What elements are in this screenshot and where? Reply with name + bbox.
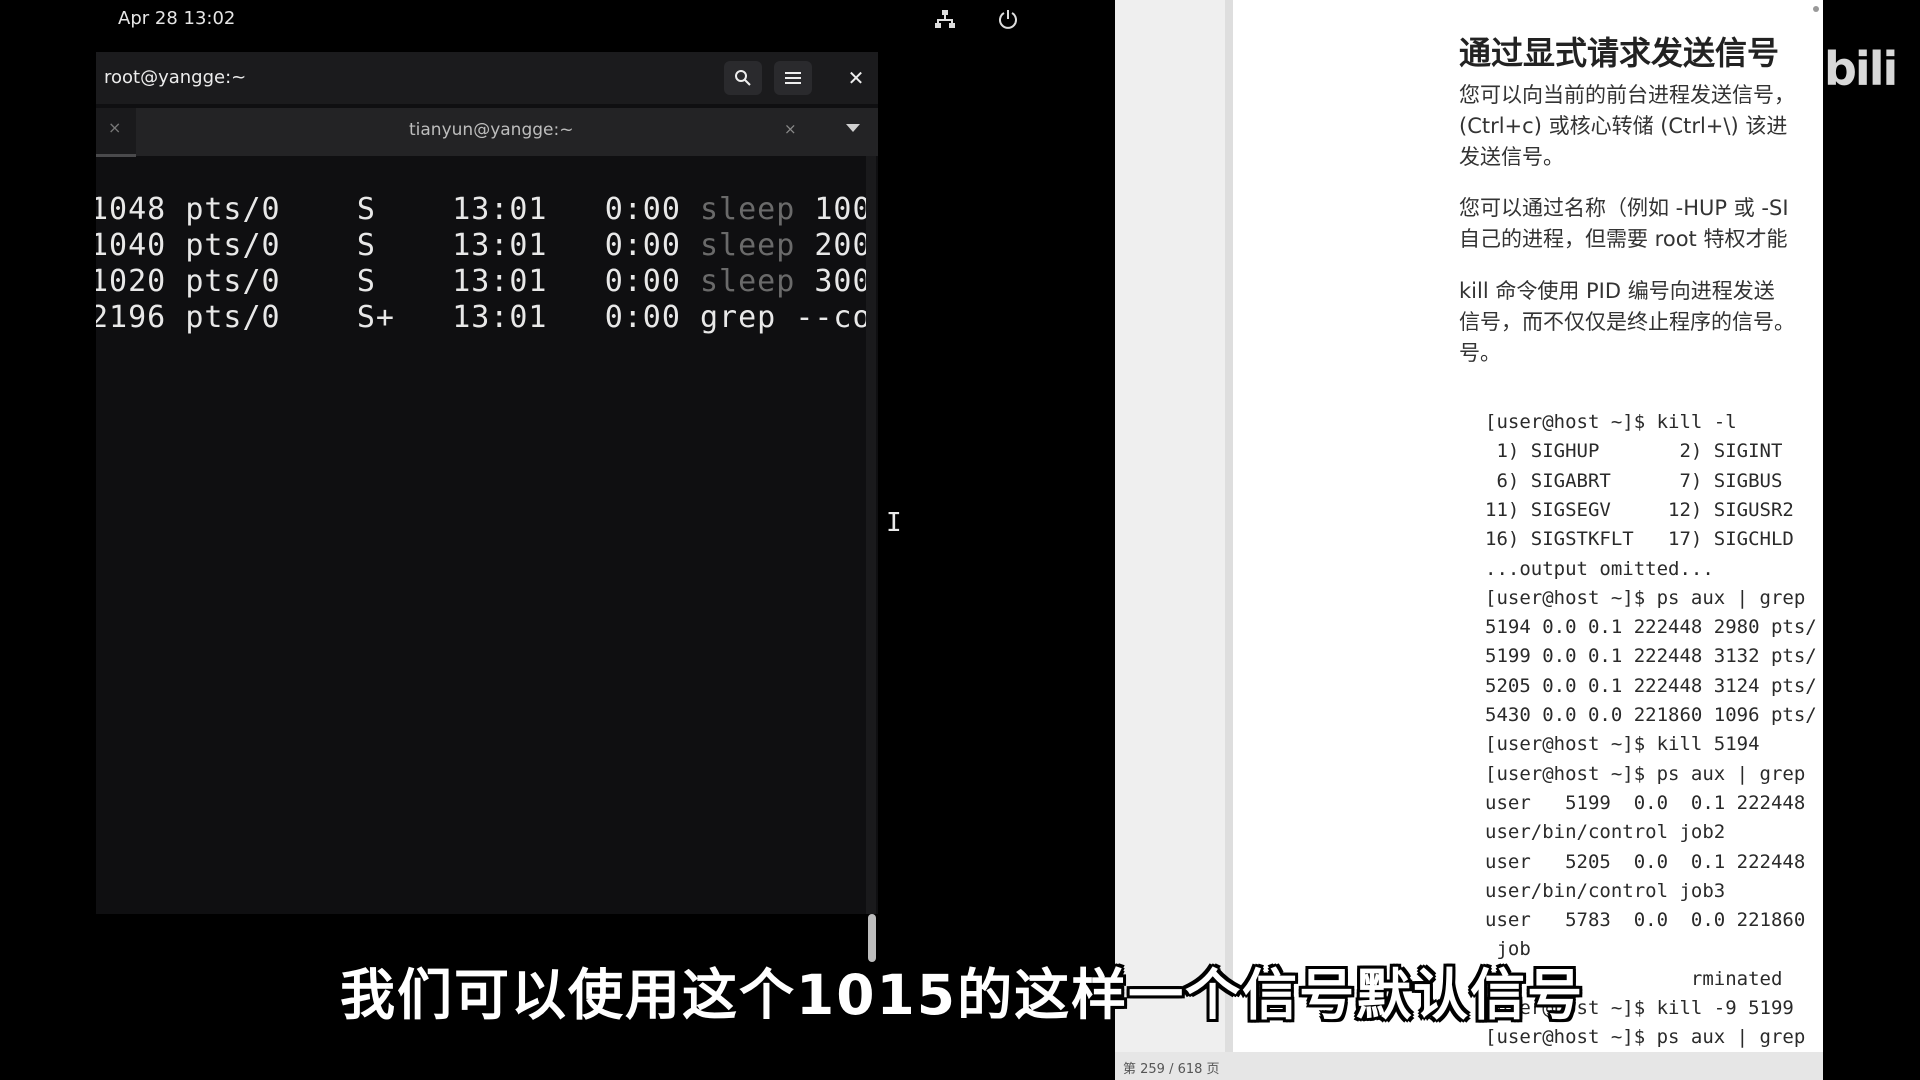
close-icon: ✕ <box>847 66 865 90</box>
code-line: [user@host ~]$ kill -l <box>1485 411 1737 433</box>
desktop: Apr 28 13:02 root@yangge:~ ✕ × tianyun@y… <box>0 0 1115 1080</box>
terminal-line: 1020 pts/0 S 13:01 0:00 sleep 3000 <box>96 264 866 299</box>
page-indicator: 第 259 / 618 页 <box>1123 1062 1220 1077</box>
code-line: 5194 0.0 0.1 222448 2980 pts/ <box>1485 616 1817 639</box>
video-subtitle: 我们可以使用这个1015的这样一个信号默认信号 <box>340 963 1585 1027</box>
topbar-clock[interactable]: Apr 28 13:02 <box>118 8 235 29</box>
section-heading: 通过显式请求发送信号 <box>1459 34 1780 72</box>
code-line: 5430 0.0 0.0 221860 1096 pts/ <box>1485 704 1817 726</box>
menu-button[interactable] <box>774 61 812 95</box>
close-window-button[interactable]: ✕ <box>842 64 870 92</box>
terminal-scrollbar[interactable] <box>866 156 876 914</box>
paragraph-1: 您可以向当前的前台进程发送信号， (Ctrl+c) 或核心转储 (Ctrl+\)… <box>1459 83 1795 169</box>
search-icon <box>735 70 751 86</box>
terminal-output[interactable]: 1048 pts/0 S 13:01 0:00 sleep 1000 1040 … <box>96 192 866 912</box>
code-line: ...output omitted... <box>1485 557 1714 580</box>
hamburger-menu-icon <box>785 72 801 84</box>
code-line: [user@host ~]$ ps aux | grep <box>1485 762 1806 785</box>
tab-close-icon[interactable]: × <box>108 118 121 137</box>
code-line: user 5199 0.0 0.1 222448 <box>1485 791 1806 814</box>
terminal-title: root@yangge:~ <box>104 67 247 88</box>
code-line: 5205 0.0 0.1 222448 3124 pts/ <box>1485 674 1817 697</box>
network-icon[interactable] <box>934 8 956 30</box>
terminal-line: 1048 pts/0 S 13:01 0:00 sleep 1000 <box>96 192 866 227</box>
paragraph-3: kill 命令使用 PID 编号向进程发送 信号，而不仅仅是终止程序的信号。 号… <box>1459 279 1795 365</box>
document-status-bar: 第 259 / 618 页 <box>1115 1052 1823 1080</box>
tab-bar: × tianyun@yangge:~ × <box>96 108 878 157</box>
scroll-indicator <box>1813 6 1819 12</box>
tab-tianyun[interactable]: tianyun@yangge:~ <box>409 120 573 140</box>
tab-close-icon[interactable]: × <box>784 120 797 138</box>
document-page[interactable]: 通过显式请求发送信号 您可以向当前的前台进程发送信号， (Ctrl+c) 或核心… <box>1233 0 1823 1080</box>
code-line: [user@host ~]$ ps aux | grep <box>1485 586 1806 609</box>
code-line: 5199 0.0 0.1 222448 3132 pts/ <box>1485 645 1817 668</box>
code-line: 6) SIGABRT 7) SIGBUS <box>1485 469 1783 492</box>
code-line: 16) SIGSTKFLT 17) SIGCHLD <box>1485 528 1794 551</box>
terminal-window[interactable]: root@yangge:~ ✕ × tianyun@yangge:~ × 104… <box>96 52 878 962</box>
code-line: user 5205 0.0 0.1 222448 <box>1485 850 1806 873</box>
bilibili-logo: bili <box>1824 42 1898 96</box>
tab-dropdown-icon[interactable] <box>846 124 860 132</box>
code-line: user/bin/control job2 <box>1485 821 1726 844</box>
terminal-line: 1040 pts/0 S 13:01 0:00 sleep 2000 <box>96 228 866 263</box>
tab-root[interactable]: × <box>96 108 136 157</box>
code-line: [user@host ~]$ kill 5194 <box>1485 733 1760 756</box>
code-line: 11) SIGSEGV 12) SIGUSR2 <box>1485 498 1794 521</box>
text-cursor-icon: I <box>886 508 902 538</box>
code-line: user 5783 0.0 0.0 221860 <box>1485 909 1806 932</box>
search-button[interactable] <box>724 61 762 95</box>
code-line: user/bin/control job3 <box>1485 879 1726 902</box>
terminal-header[interactable]: root@yangge:~ ✕ <box>96 52 878 104</box>
code-line: 1) SIGHUP 2) SIGINT <box>1485 440 1783 463</box>
right-border <box>1823 0 1920 1080</box>
paragraph-2: 您可以通过名称（例如 -HUP 或 -SI 自己的进程，但需要 root 特权才… <box>1459 196 1789 251</box>
terminal-line: 2196 pts/0 S+ 13:01 0:00 grep --colo <box>96 300 866 335</box>
power-icon[interactable] <box>997 8 1019 30</box>
document-margin <box>1115 0 1233 1080</box>
